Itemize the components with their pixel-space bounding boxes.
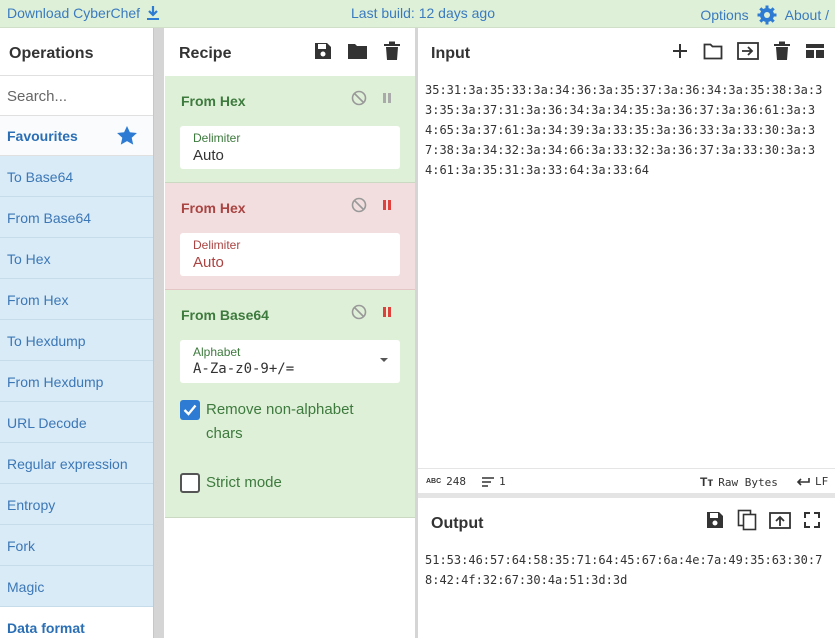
maximize-icon[interactable]: [803, 509, 821, 531]
star-icon: [117, 126, 137, 145]
recipe-title: Recipe: [179, 45, 232, 62]
gear-icon[interactable]: [757, 5, 777, 25]
step-title: From Hex: [181, 93, 246, 109]
recipe-panel: Recipe From Hex Delimiter Auto From Hex: [165, 28, 415, 638]
disable-icon[interactable]: [351, 304, 367, 320]
operation-item[interactable]: From Hexdump: [0, 361, 153, 402]
operation-item[interactable]: From Hex: [0, 279, 153, 320]
add-tab-icon[interactable]: [671, 41, 689, 61]
operations-panel: Operations Search... Favourites To Base6…: [0, 28, 153, 638]
data-format-category[interactable]: Data format: [0, 607, 153, 638]
chevron-down-icon[interactable]: [379, 357, 389, 363]
lines-icon: [482, 476, 494, 487]
output-text-area[interactable]: 51:53:46:57:64:58:35:71:64:45:67:6a:4e:7…: [418, 546, 828, 590]
operation-item[interactable]: To Base64: [0, 156, 153, 197]
length-label: ABC: [426, 478, 442, 485]
input-panel: Input 35:31:3a:35:33:3a:34:36:3a:35:37:3…: [418, 28, 835, 468]
recipe-step-from-hex-breakpoint[interactable]: From Hex Delimiter Auto: [165, 183, 415, 290]
step-title: From Base64: [181, 307, 269, 323]
input-title: Input: [431, 45, 471, 62]
layout-icon[interactable]: [805, 41, 825, 61]
column-resizer[interactable]: [153, 28, 164, 638]
operation-item[interactable]: To Hexdump: [0, 320, 153, 361]
operation-item[interactable]: Magic: [0, 566, 153, 607]
field-label: Alphabet: [193, 345, 241, 359]
operation-item[interactable]: To Hex: [0, 238, 153, 279]
clear-recipe-icon[interactable]: [383, 41, 401, 61]
length-value: 248: [446, 475, 467, 488]
operation-item[interactable]: Regular expression: [0, 443, 153, 484]
disable-icon[interactable]: [351, 197, 367, 213]
build-info: Last build: 12 days ago: [351, 5, 495, 21]
download-link[interactable]: Download CyberChef: [7, 5, 160, 21]
checkbox-checked[interactable]: [180, 400, 200, 420]
open-folder-icon[interactable]: [703, 41, 723, 61]
recipe-step-from-base64[interactable]: From Base64 Alphabet A-Za-z0-9+/= Remove…: [165, 290, 415, 518]
lines-value: 1: [499, 475, 506, 488]
breakpoint-icon[interactable]: [381, 304, 393, 320]
top-bar: Download CyberChef Last build: 12 days a…: [0, 0, 835, 28]
field-value[interactable]: Auto: [193, 254, 224, 271]
download-icon[interactable]: [146, 5, 160, 21]
pause-icon[interactable]: [381, 90, 393, 106]
field-value[interactable]: Auto: [193, 147, 224, 164]
operation-item[interactable]: Entropy: [0, 484, 153, 525]
save-recipe-icon[interactable]: [313, 41, 333, 61]
output-panel: Output 51:53:46:57:64:58:35:71:64:45:67:…: [418, 498, 835, 638]
open-file-icon[interactable]: [737, 41, 759, 61]
field-label: Delimiter: [193, 238, 241, 252]
load-recipe-icon[interactable]: [347, 41, 369, 61]
favourites-category[interactable]: Favourites: [0, 116, 153, 156]
download-label[interactable]: Download CyberChef: [7, 5, 140, 21]
clear-input-icon[interactable]: [773, 41, 791, 61]
operation-item[interactable]: From Base64: [0, 197, 153, 238]
breakpoint-icon[interactable]: [381, 197, 393, 213]
delimiter-field[interactable]: Delimiter Auto: [180, 233, 400, 276]
operations-search-input[interactable]: Search...: [0, 76, 153, 116]
operation-item[interactable]: Fork: [0, 525, 153, 566]
delimiter-field[interactable]: Delimiter Auto: [180, 126, 400, 169]
input-text-area[interactable]: 35:31:3a:35:33:3a:34:36:3a:35:37:3a:36:3…: [418, 76, 828, 180]
operations-title: Operations: [9, 45, 94, 62]
field-value[interactable]: A-Za-z0-9+/=: [193, 361, 294, 377]
checkbox-unchecked[interactable]: [180, 473, 200, 493]
disable-icon[interactable]: [351, 90, 367, 106]
format-label[interactable]: Raw Bytes: [718, 476, 778, 489]
field-label: Delimiter: [193, 131, 241, 145]
save-output-icon[interactable]: [705, 509, 725, 531]
eol-icon[interactable]: [796, 477, 810, 487]
checkbox-label[interactable]: Remove non-alphabet chars: [206, 398, 381, 446]
operation-item[interactable]: URL Decode: [0, 402, 153, 443]
favourites-label[interactable]: Favourites: [7, 128, 78, 144]
about-link[interactable]: About /: [785, 7, 829, 23]
input-status-bar: ABC 248 1 Tт Raw Bytes LF: [418, 468, 835, 493]
checkbox-label[interactable]: Strict mode: [206, 471, 282, 495]
replace-input-icon[interactable]: [769, 509, 791, 531]
options-link[interactable]: Options: [700, 7, 748, 23]
alphabet-select[interactable]: Alphabet A-Za-z0-9+/=: [180, 340, 400, 383]
recipe-step-from-hex[interactable]: From Hex Delimiter Auto: [165, 76, 415, 183]
strict-mode-checkbox[interactable]: Strict mode: [180, 471, 282, 495]
step-title: From Hex: [181, 200, 246, 216]
eol-label[interactable]: LF: [815, 475, 828, 488]
output-title: Output: [431, 515, 484, 532]
copy-icon[interactable]: [737, 509, 757, 531]
remove-non-alphabet-checkbox[interactable]: Remove non-alphabet chars: [180, 398, 390, 446]
text-format-icon[interactable]: Tт: [700, 475, 713, 489]
